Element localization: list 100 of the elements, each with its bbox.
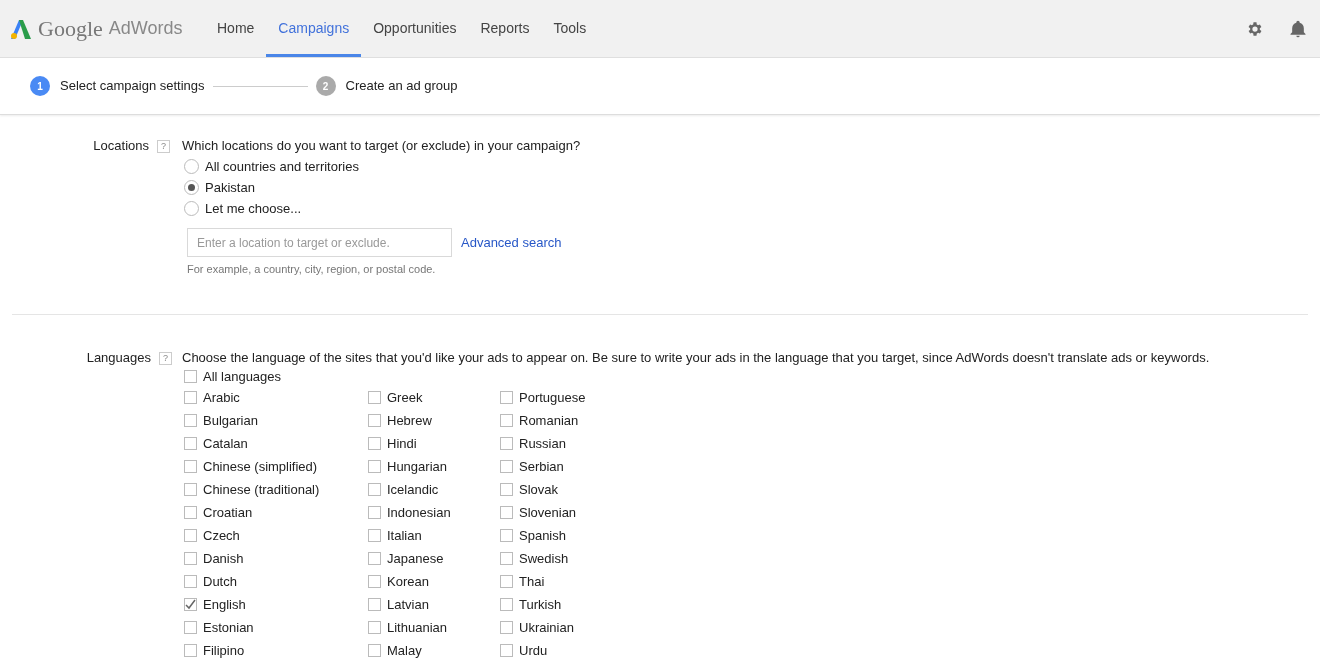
step-label: Select campaign settings [60,77,205,96]
checkbox[interactable] [184,437,197,450]
checkbox-label: Ukrainian [519,618,574,637]
checkbox-label: Slovak [519,480,559,499]
checkbox-label: Estonian [203,618,254,637]
checkbox-label: Swedish [519,549,569,568]
checkbox-label: All languages [203,367,282,386]
checkbox-label: Greek [387,388,423,407]
checkbox[interactable] [184,598,197,611]
checkbox[interactable] [368,621,381,634]
checkbox-label: Latvian [387,595,429,614]
checkbox[interactable] [368,437,381,450]
checkbox-label: Spanish [519,526,566,545]
checkbox[interactable] [184,460,197,473]
checkbox-label: Malay [387,641,422,660]
checkbox-label: Croatian [203,503,253,522]
help-icon[interactable]: ? [157,140,170,153]
logo-product: AdWords [108,17,183,40]
checkbox-label: Thai [519,572,545,591]
checkbox-label: Arabic [203,388,240,407]
checkbox[interactable] [184,483,197,496]
checkbox-label: Lithuanian [387,618,447,637]
checkbox[interactable] [184,414,197,427]
checkbox[interactable] [500,621,513,634]
checkbox-label: Hindi [387,434,417,453]
radio-label: All countries and territories [205,157,359,176]
checkbox-label: Hungarian [387,457,447,476]
checkbox-label: Indonesian [387,503,451,522]
checkbox[interactable] [368,414,381,427]
checkbox-label: Bulgarian [203,411,258,430]
logo-icon [10,17,32,40]
checkbox[interactable] [500,644,513,657]
checkbox[interactable] [368,391,381,404]
checkbox[interactable] [500,460,513,473]
nav-tab[interactable]: Campaigns [266,0,362,57]
advanced-search-link[interactable]: Advanced search [461,232,562,253]
help-icon[interactable]: ? [159,352,172,365]
checkbox[interactable] [500,529,513,542]
checkbox[interactable] [184,644,197,657]
checkbox[interactable] [500,391,513,404]
radio-button[interactable] [184,159,199,174]
radio-label: Let me choose... [205,199,302,218]
checkbox-label: English [203,595,246,614]
checkbox-label: Romanian [519,411,579,430]
checkbox-label: Urdu [519,641,548,660]
checkbox[interactable] [500,552,513,565]
checkbox[interactable] [184,370,197,383]
checkbox-label: Japanese [387,549,444,568]
step-number: 2 [315,76,336,96]
checkbox-label: Turkish [519,595,562,614]
radio-button[interactable] [184,180,199,195]
checkbox[interactable] [184,529,197,542]
checkbox-label: Catalan [203,434,248,453]
question-text: Choose the language of the sites that you'd like your ads to appear on. Be sure to write your ads in the language that you target, since AdWords doesn't translate ads or keywords. [182,349,1210,367]
nav-tab[interactable]: Reports [468,0,542,57]
nav-tab[interactable]: Home [205,0,267,57]
logo-brand: Google [38,15,103,43]
checkbox[interactable] [500,414,513,427]
checkbox[interactable] [500,598,513,611]
checkbox[interactable] [184,506,197,519]
checkbox[interactable] [500,575,513,588]
settings-icon[interactable] [1246,19,1264,38]
question-text: Which locations do you want to target (or exclude) in your campaign? [182,137,581,155]
checkbox[interactable] [500,437,513,450]
checkbox[interactable] [368,644,381,657]
checkbox[interactable] [184,391,197,404]
checkbox-label: Icelandic [387,480,439,499]
checkbox[interactable] [368,552,381,565]
radio-label: Pakistan [205,178,255,197]
checkbox[interactable] [368,598,381,611]
checkbox-label: Danish [203,549,244,568]
checkbox[interactable] [184,621,197,634]
checkbox[interactable] [184,552,197,565]
location-search-field[interactable]: Enter a location to target or exclude. [187,228,452,257]
checkbox-label: Dutch [203,572,237,591]
checkbox[interactable] [500,506,513,519]
checkbox[interactable] [368,460,381,473]
checkbox-label: Hebrew [387,411,432,430]
checkbox-label: Czech [203,526,240,545]
checkbox-label: Italian [387,526,422,545]
checkbox-label: Chinese (simplified) [203,457,318,476]
hint-text: For example, a country, city, region, or postal code. [186,262,437,277]
checkbox-label: Russian [519,434,566,453]
notification-bell-icon[interactable] [1288,18,1308,39]
section-label: Locations [93,137,149,155]
checkbox-label: Serbian [519,457,564,476]
checkbox[interactable] [184,575,197,588]
checkbox-label: Filipino [203,641,245,660]
nav-tab[interactable]: Opportunities [361,0,469,57]
checkbox[interactable] [368,529,381,542]
checkbox[interactable] [368,483,381,496]
checkbox[interactable] [368,575,381,588]
checkbox-label: Portuguese [519,388,586,407]
checkbox[interactable] [500,483,513,496]
checkbox[interactable] [368,506,381,519]
radio-button[interactable] [184,201,199,216]
nav-tab[interactable]: Tools [541,0,599,57]
step-label: Create an ad group [345,77,458,96]
section-label: Languages [86,349,151,367]
checkbox-label: Slovenian [519,503,577,522]
